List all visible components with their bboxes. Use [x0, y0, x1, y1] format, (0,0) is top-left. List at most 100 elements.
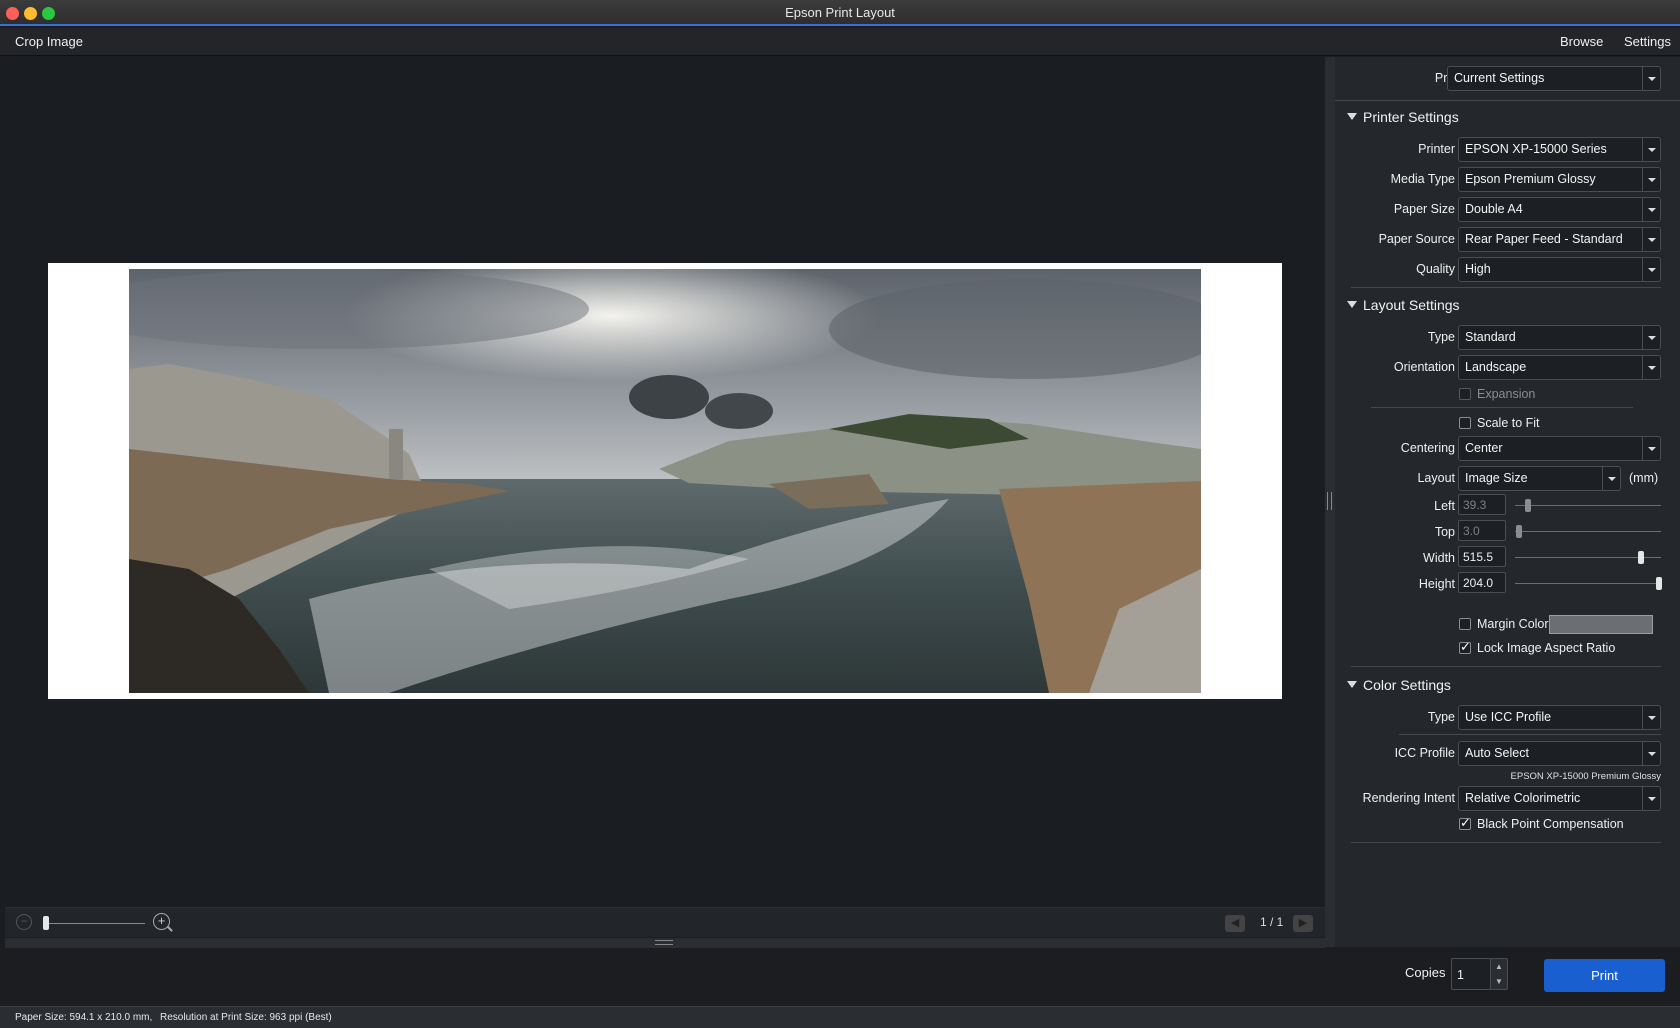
- zoom-in-icon[interactable]: +: [153, 913, 170, 930]
- copies-stepper[interactable]: ▲ ▼: [1490, 958, 1508, 990]
- printer-settings-title[interactable]: Printer Settings: [1363, 109, 1459, 125]
- chevron-down-icon: [1642, 356, 1660, 379]
- status-bar: Paper Size: 594.1 x 210.0 mm, Resolution…: [0, 1006, 1680, 1028]
- browse-button[interactable]: Browse: [1560, 34, 1603, 49]
- zoom-out-icon[interactable]: −: [16, 914, 32, 930]
- icc-profile-dropdown[interactable]: Auto Select: [1458, 741, 1661, 766]
- left-input[interactable]: 39.3: [1458, 494, 1506, 515]
- quality-label: Quality: [1416, 262, 1455, 276]
- chevron-down-icon: [1642, 258, 1660, 281]
- printer-value: EPSON XP-15000 Series: [1465, 142, 1607, 156]
- orientation-dropdown[interactable]: Landscape: [1458, 355, 1661, 380]
- collapse-triangle-icon[interactable]: [1347, 681, 1357, 688]
- media-type-value: Epson Premium Glossy: [1465, 172, 1596, 186]
- copies-label: Copies: [1405, 965, 1446, 980]
- quality-dropdown[interactable]: High: [1458, 257, 1661, 282]
- height-input[interactable]: 204.0: [1458, 572, 1506, 593]
- scale-to-fit-label: Scale to Fit: [1477, 416, 1540, 430]
- centering-value: Center: [1465, 441, 1503, 455]
- centering-dropdown[interactable]: Center: [1458, 436, 1661, 461]
- layout-type-label: Type: [1427, 330, 1455, 344]
- layout-type-dropdown[interactable]: Standard: [1458, 325, 1661, 350]
- window-title: Epson Print Layout: [785, 5, 895, 20]
- icc-profile-value: Auto Select: [1465, 746, 1529, 760]
- print-button[interactable]: Print: [1544, 959, 1665, 992]
- layout-value: Image Size: [1465, 471, 1528, 485]
- print-preview-area: [5, 57, 1325, 907]
- collapse-triangle-icon[interactable]: [1347, 301, 1357, 308]
- top-input[interactable]: 3.0: [1458, 520, 1506, 541]
- lock-aspect-ratio-checkbox[interactable]: [1459, 639, 1471, 655]
- lock-aspect-ratio-label: Lock Image Aspect Ratio: [1477, 641, 1616, 655]
- divider: [1371, 407, 1633, 408]
- copies-input[interactable]: 1: [1451, 958, 1491, 990]
- expansion-checkbox[interactable]: [1459, 388, 1471, 400]
- splitter-grip-icon: [655, 940, 673, 945]
- vertical-splitter[interactable]: [1325, 57, 1335, 947]
- chevron-down-icon: [1642, 742, 1660, 765]
- height-slider-track[interactable]: [1515, 583, 1661, 584]
- preset-dropdown[interactable]: Current Settings: [1447, 66, 1661, 91]
- paper-size-status: Paper Size: 594.1 x 210.0 mm,: [15, 1012, 153, 1023]
- paper-source-dropdown[interactable]: Rear Paper Feed - Standard: [1458, 227, 1661, 252]
- top-label: Top: [1434, 525, 1455, 539]
- left-slider-thumb[interactable]: [1525, 499, 1531, 512]
- stepper-up-icon[interactable]: ▲: [1491, 959, 1507, 974]
- layout-dropdown[interactable]: Image Size: [1458, 466, 1621, 491]
- paper-source-value: Rear Paper Feed - Standard: [1465, 232, 1623, 246]
- layout-type-value: Standard: [1465, 330, 1516, 344]
- next-page-button[interactable]: ▶: [1293, 915, 1313, 932]
- window-titlebar: Epson Print Layout: [0, 0, 1680, 26]
- width-slider-thumb[interactable]: [1638, 551, 1644, 564]
- icc-profile-note: EPSON XP-15000 Premium Glossy: [1510, 771, 1661, 782]
- layout-settings-title[interactable]: Layout Settings: [1363, 297, 1460, 313]
- panorama-photo[interactable]: [129, 269, 1201, 693]
- chevron-down-icon: [1642, 198, 1660, 221]
- collapse-triangle-icon[interactable]: [1347, 113, 1357, 120]
- media-type-dropdown[interactable]: Epson Premium Glossy: [1458, 167, 1661, 192]
- paper-size-label: Paper Size: [1393, 202, 1455, 216]
- black-point-checkbox[interactable]: [1459, 815, 1471, 831]
- preset-value: Current Settings: [1454, 71, 1545, 85]
- color-settings-title[interactable]: Color Settings: [1363, 677, 1451, 693]
- divider: [1351, 666, 1661, 667]
- rendering-intent-dropdown[interactable]: Relative Colorimetric: [1458, 786, 1661, 811]
- margin-color-swatch[interactable]: [1549, 615, 1653, 634]
- scale-to-fit-checkbox[interactable]: [1459, 417, 1471, 429]
- previous-page-button[interactable]: ◀: [1225, 915, 1245, 932]
- chevron-down-icon: [1602, 467, 1620, 490]
- harbor-panorama-image: [129, 269, 1201, 693]
- crop-image-button[interactable]: Crop Image: [15, 34, 83, 49]
- rendering-intent-value: Relative Colorimetric: [1465, 791, 1581, 805]
- black-point-label: Black Point Compensation: [1477, 817, 1624, 831]
- paper-size-dropdown[interactable]: Double A4: [1458, 197, 1661, 222]
- top-slider-track[interactable]: [1515, 531, 1661, 532]
- rendering-intent-label: Rendering Intent: [1362, 791, 1455, 805]
- zoom-slider-thumb[interactable]: [43, 916, 49, 930]
- top-slider-thumb[interactable]: [1516, 525, 1522, 538]
- left-slider-track[interactable]: [1515, 505, 1661, 506]
- paper-source-label: Paper Source: [1378, 232, 1455, 246]
- stepper-down-icon[interactable]: ▼: [1491, 974, 1507, 989]
- resolution-status: Resolution at Print Size: 963 ppi (Best): [160, 1012, 332, 1023]
- width-input[interactable]: 515.5: [1458, 546, 1506, 567]
- horizontal-splitter[interactable]: [5, 938, 1325, 948]
- chevron-down-icon: [1642, 437, 1660, 460]
- height-slider-thumb[interactable]: [1656, 577, 1662, 590]
- divider: [1351, 287, 1661, 288]
- settings-button[interactable]: Settings: [1624, 34, 1671, 49]
- page-indicator: 1 / 1: [1260, 915, 1284, 929]
- quality-value: High: [1465, 262, 1491, 276]
- color-type-label: Type: [1427, 710, 1455, 724]
- paper-preview: [48, 263, 1282, 699]
- chevron-down-icon: [1642, 706, 1660, 729]
- margin-color-checkbox[interactable]: [1459, 618, 1471, 630]
- unit-label: (mm): [1629, 471, 1659, 485]
- left-label: Left: [1434, 499, 1455, 513]
- layout-label: Layout: [1417, 471, 1455, 485]
- settings-panel: Preset Current Settings Printer Settings…: [1335, 57, 1680, 947]
- zoom-slider-track[interactable]: [45, 923, 145, 924]
- color-type-dropdown[interactable]: Use ICC Profile: [1458, 705, 1661, 730]
- divider: [1399, 734, 1661, 735]
- printer-dropdown[interactable]: EPSON XP-15000 Series: [1458, 137, 1661, 162]
